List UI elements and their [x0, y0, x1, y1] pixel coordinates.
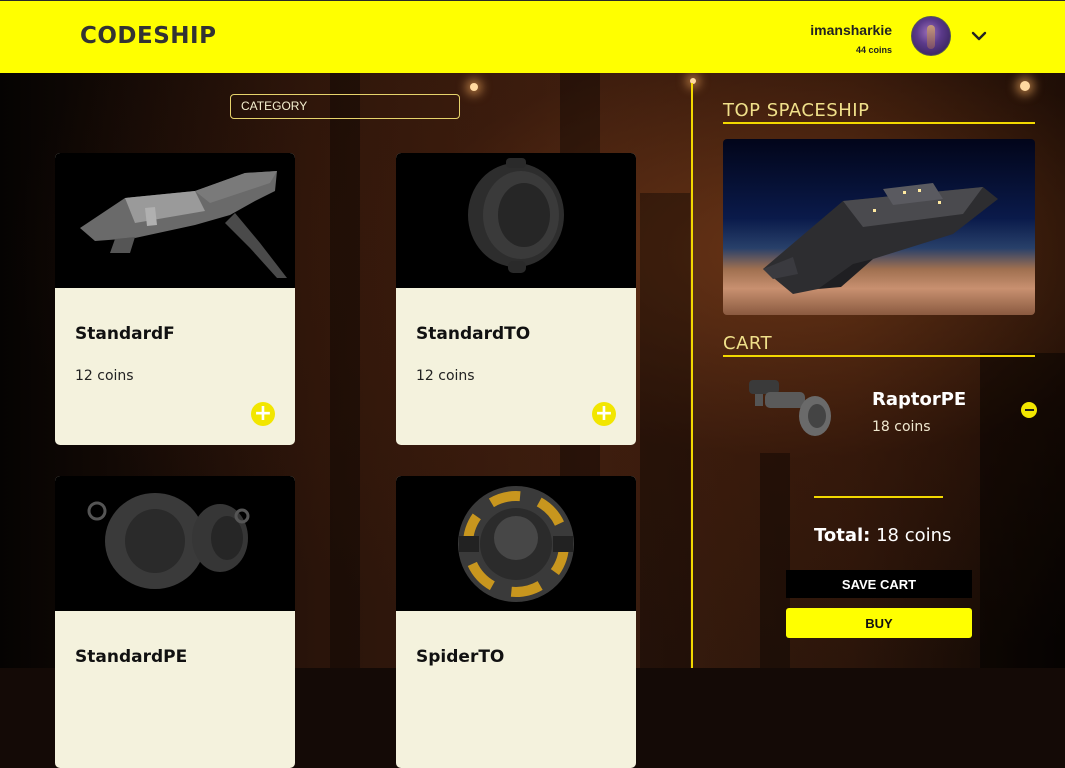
- product-name: StandardF: [75, 324, 175, 344]
- product-name: StandardTO: [416, 324, 531, 344]
- top-spaceship-image[interactable]: [723, 139, 1035, 315]
- coin-balance: 44 coins: [855, 45, 892, 55]
- cart-item-name: RaptorPE: [872, 389, 967, 410]
- username: imansharkie: [810, 22, 892, 38]
- product-image: [55, 153, 295, 288]
- add-to-cart-icon[interactable]: +: [251, 402, 275, 426]
- spaceship-image: [763, 183, 998, 294]
- product-price: 12 coins: [416, 368, 475, 384]
- product-card[interactable]: StandardF 12 coins +: [55, 153, 295, 445]
- product-card[interactable]: StandardTO 12 coins +: [396, 153, 636, 445]
- total-divider: [814, 496, 943, 498]
- chevron-down-icon[interactable]: [970, 27, 988, 45]
- cart-item-price: 18 coins: [872, 419, 931, 435]
- total-label: Total:: [814, 525, 871, 546]
- remove-from-cart-icon[interactable]: [1021, 402, 1037, 418]
- round-thruster-image: [468, 158, 564, 273]
- add-to-cart-icon[interactable]: +: [592, 402, 616, 426]
- product-name: SpiderTO: [416, 647, 505, 667]
- product-price: 12 coins: [75, 368, 134, 384]
- cart-item-image: [749, 380, 831, 436]
- save-cart-button[interactable]: SAVE CART: [786, 570, 972, 598]
- top-bar: CODESHIP imansharkie 44 coins: [0, 0, 1065, 73]
- total-value: 18 coins: [876, 525, 952, 546]
- avatar[interactable]: [911, 16, 951, 56]
- product-name: StandardPE: [75, 647, 188, 667]
- spaceship-hull-image: [80, 171, 287, 278]
- product-image: [55, 476, 295, 611]
- product-card[interactable]: StandardPE: [55, 476, 295, 768]
- panel-divider: [691, 83, 693, 668]
- product-image: [396, 153, 636, 288]
- category-filter[interactable]: CATEGORY: [230, 94, 460, 119]
- product-card[interactable]: SpiderTO: [396, 476, 636, 768]
- ring-thruster-image: [458, 486, 574, 602]
- top-spaceship-title: TOP SPACESHIP: [723, 100, 1035, 124]
- app-logo[interactable]: CODESHIP: [80, 23, 216, 49]
- twin-engine-image: [87, 493, 250, 589]
- product-image: [396, 476, 636, 611]
- cart-total: Total: 18 coins: [814, 525, 951, 546]
- buy-button[interactable]: BUY: [786, 608, 972, 638]
- cart-title: CART: [723, 333, 1035, 357]
